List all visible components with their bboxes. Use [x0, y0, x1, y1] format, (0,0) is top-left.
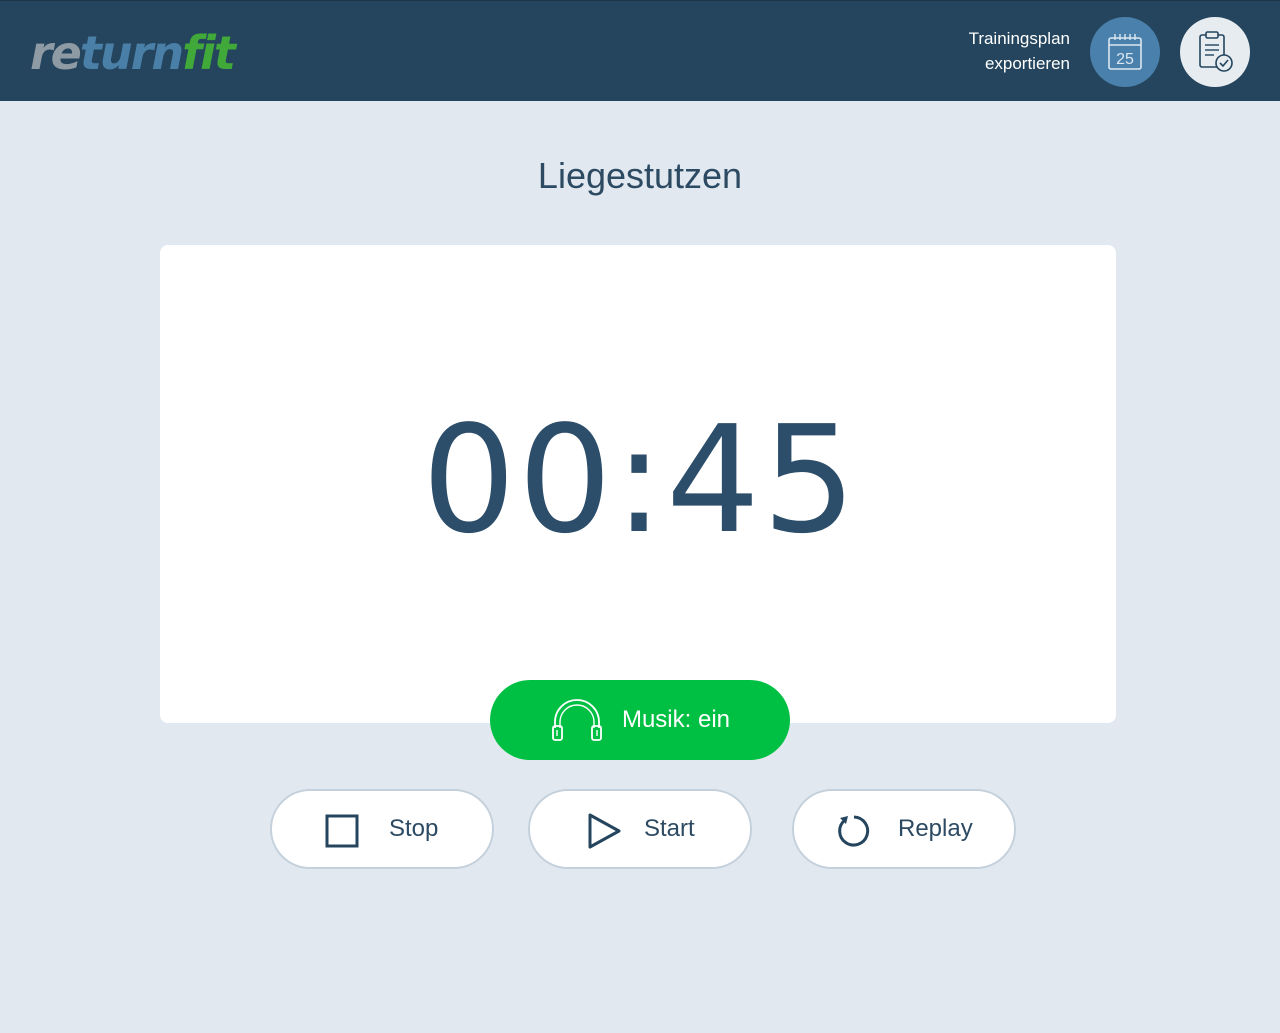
play-icon	[588, 813, 621, 849]
calendar-day-number: 25	[1116, 51, 1134, 68]
replay-label: Replay	[898, 815, 973, 842]
music-toggle-button[interactable]: Musik: ein	[490, 680, 790, 760]
clipboard-button[interactable]	[1180, 17, 1250, 87]
stop-label: Stop	[389, 815, 439, 842]
start-button[interactable]: Start	[528, 789, 752, 869]
export-training-plan-label[interactable]: Trainingsplan exportieren	[969, 26, 1070, 76]
replay-icon	[838, 815, 870, 847]
stop-icon	[325, 814, 359, 848]
clipboard-check-icon	[1199, 31, 1233, 72]
exercise-title: Liegestutzen	[537, 155, 743, 196]
countdown-timer: 00:45	[421, 394, 859, 566]
start-label: Start	[644, 815, 695, 842]
calendar-button[interactable]: 25	[1090, 17, 1160, 87]
replay-button[interactable]: Replay	[792, 789, 1016, 869]
calendar-icon: 25	[1108, 34, 1142, 70]
app-header: returnfit Trainingsplan exportieren 25	[0, 0, 1280, 101]
music-toggle-label: Musik: ein	[621, 706, 731, 733]
returnfit-logo[interactable]: returnfit	[30, 25, 236, 81]
headphones-icon	[552, 699, 602, 741]
stop-button[interactable]: Stop	[270, 789, 494, 869]
